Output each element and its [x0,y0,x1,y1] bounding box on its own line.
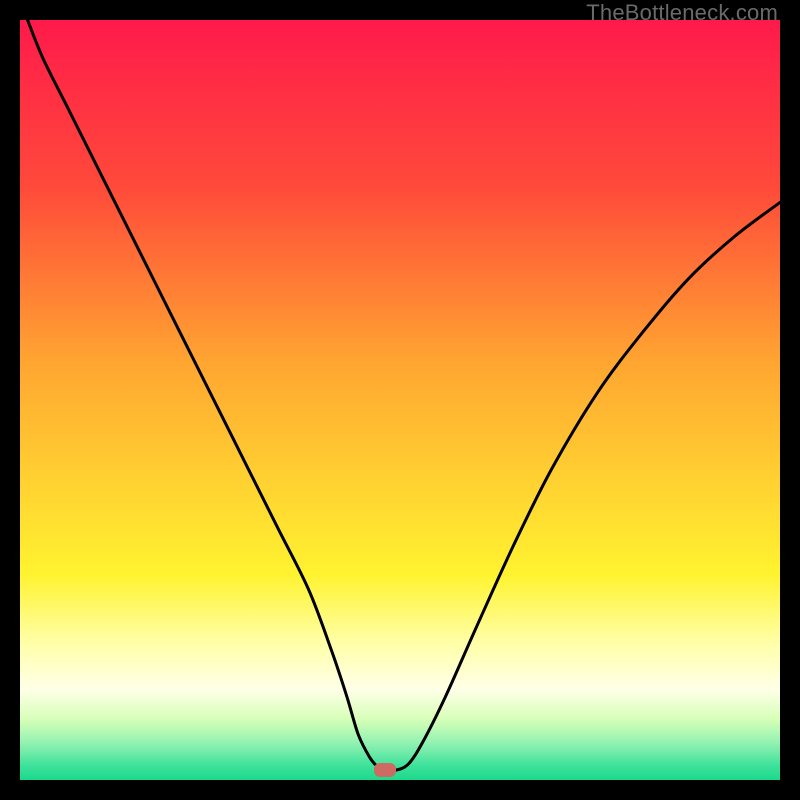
bottleneck-chart [20,20,780,780]
optimal-point-marker [374,763,396,777]
watermark-text: TheBottleneck.com [586,0,778,26]
gradient-background [20,20,780,780]
chart-frame [20,20,780,780]
